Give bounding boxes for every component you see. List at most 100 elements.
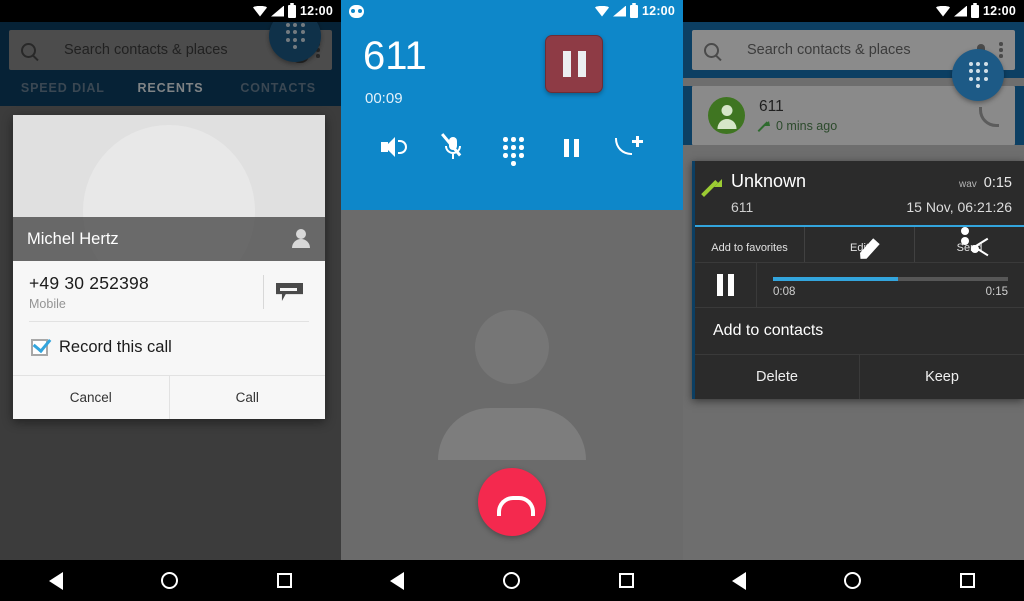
dialpad-fab-button[interactable]: [952, 49, 1004, 101]
recent-call-time: 0 mins ago: [776, 119, 838, 133]
player-times: 0:08 0:15: [773, 286, 1008, 298]
dialpad-icon: [968, 61, 988, 89]
end-call-button[interactable]: [478, 468, 546, 536]
mute-icon[interactable]: [437, 133, 471, 163]
player-track: 0:08 0:15: [757, 263, 1024, 307]
navigation-bar: [683, 560, 1024, 601]
send-label: Send: [956, 242, 983, 254]
recording-format: wav: [958, 179, 977, 190]
status-bar-icons: 12:00: [253, 2, 333, 18]
status-bar-notifications: [349, 4, 364, 18]
status-bar: 12:00: [341, 0, 683, 22]
recents-square-icon[interactable]: [276, 573, 292, 588]
call-action-bar: [341, 133, 683, 166]
total-time: 0:15: [985, 285, 1008, 298]
recording-subtitle-line: 611 15 Nov, 06:21:26: [731, 199, 1012, 215]
record-call-label: Record this call: [59, 338, 172, 356]
add-call-icon[interactable]: [611, 133, 645, 163]
recents-square-icon[interactable]: [959, 573, 975, 588]
back-triangle-icon[interactable]: [390, 571, 405, 590]
keep-button[interactable]: Keep: [859, 354, 1024, 399]
player-pause-button[interactable]: [695, 263, 757, 307]
clock-label: 12:00: [300, 4, 333, 18]
hold-icon[interactable]: [553, 133, 587, 163]
progress-bar[interactable]: [773, 277, 1008, 281]
recording-title-line: Unknown wav 0:15: [731, 171, 1012, 192]
clock-label: 12:00: [983, 4, 1016, 18]
panel-recording-saved-dialog: 12:00 Search contacts & places 611 0 min…: [683, 0, 1024, 601]
add-to-contacts-button[interactable]: Add to contacts: [695, 306, 1024, 354]
phone-type: Mobile: [29, 297, 66, 311]
home-circle-icon[interactable]: [161, 572, 179, 589]
panel-in-call-screen: 12:00 611 00:09: [341, 0, 683, 601]
recording-subtitle: 611: [731, 199, 754, 215]
battery-icon: [630, 2, 639, 18]
recording-header: Unknown wav 0:15 611 15 Nov, 06:21:26: [695, 161, 1024, 225]
navigation-bar: [0, 560, 341, 601]
recording-title: Unknown: [731, 171, 807, 191]
home-circle-icon[interactable]: [502, 572, 520, 589]
add-to-favorites-button[interactable]: Add to favorites: [695, 227, 805, 262]
edit-label: Edit: [850, 242, 869, 254]
signal-icon: [954, 5, 968, 17]
recent-call-name: 611: [759, 98, 784, 115]
recents-square-icon[interactable]: [618, 573, 634, 588]
recent-call-meta: 0 mins ago: [759, 119, 963, 133]
wifi-icon: [253, 5, 268, 17]
dialog-body: +49 30 252398 Mobile Record this call Ca…: [13, 261, 325, 419]
cancel-button[interactable]: Cancel: [13, 376, 169, 419]
outgoing-call-arrow-icon: [759, 120, 770, 132]
sms-icon[interactable]: [276, 283, 303, 301]
dialog-actions: Cancel Call: [13, 375, 325, 419]
speaker-icon[interactable]: [379, 133, 413, 163]
overflow-menu-icon[interactable]: [999, 42, 1003, 58]
contact-name: Michel Hertz: [27, 229, 119, 248]
battery-icon: [971, 2, 980, 18]
phone-call-icon[interactable]: [977, 105, 999, 127]
status-bar: 12:00: [0, 0, 341, 22]
dialer-body: 611 0 mins ago: [683, 49, 1024, 145]
phone-number: +49 30 252398: [29, 273, 149, 293]
recent-call-text: 611 0 mins ago: [759, 98, 963, 133]
record-call-row[interactable]: Record this call: [13, 322, 325, 375]
signal-icon: [613, 5, 627, 17]
outgoing-call-arrow-icon: [703, 179, 722, 198]
recording-action-bar: Add to favorites Edit Send: [695, 227, 1024, 262]
panel-dialer-with-call-dialog: 12:00 Search contacts & places SPEED DIA…: [0, 0, 341, 601]
wifi-icon: [595, 5, 610, 17]
person-icon[interactable]: [291, 229, 311, 249]
edit-button[interactable]: Edit: [805, 227, 915, 262]
dialpad-icon[interactable]: [495, 133, 529, 166]
avatar-placeholder: [438, 310, 586, 460]
status-bar: 12:00: [683, 0, 1024, 22]
recording-timestamp: 15 Nov, 06:21:26: [906, 199, 1012, 215]
home-circle-icon[interactable]: [844, 572, 862, 589]
delete-button[interactable]: Delete: [695, 355, 859, 399]
divider: [263, 275, 264, 309]
recording-pause-button[interactable]: [545, 35, 603, 93]
recording-decision-bar: Delete Keep: [695, 353, 1024, 399]
battery-icon: [288, 2, 297, 18]
search-icon: [704, 42, 719, 58]
phone-number-row[interactable]: +49 30 252398 Mobile: [13, 261, 325, 321]
dialog-name-bar: Michel Hertz: [13, 217, 325, 261]
record-call-checkbox[interactable]: [31, 339, 48, 356]
recording-duration: 0:15: [983, 175, 1012, 191]
call-info-panel: 611 00:09: [341, 22, 683, 210]
status-bar-icons: 12:00: [936, 2, 1016, 18]
call-button[interactable]: Call: [168, 376, 326, 419]
call-lower-area: [341, 210, 683, 601]
send-button[interactable]: Send: [915, 227, 1024, 262]
wifi-icon: [936, 5, 951, 17]
phone-number-col: +49 30 252398 Mobile: [29, 273, 263, 311]
recording-saved-card: Unknown wav 0:15 611 15 Nov, 06:21:26 Ad…: [692, 161, 1024, 399]
three-panel-screenshot: 12:00 Search contacts & places SPEED DIA…: [0, 0, 1024, 601]
call-number: 611: [363, 34, 427, 78]
voicemail-icon: [349, 4, 364, 18]
add-to-favorites-label: Add to favorites: [711, 242, 788, 254]
back-triangle-icon[interactable]: [49, 571, 64, 590]
avatar-body: [438, 408, 586, 460]
search-placeholder: Search contacts & places: [747, 42, 911, 58]
contact-avatar-icon: [708, 97, 745, 134]
back-triangle-icon[interactable]: [732, 571, 747, 590]
